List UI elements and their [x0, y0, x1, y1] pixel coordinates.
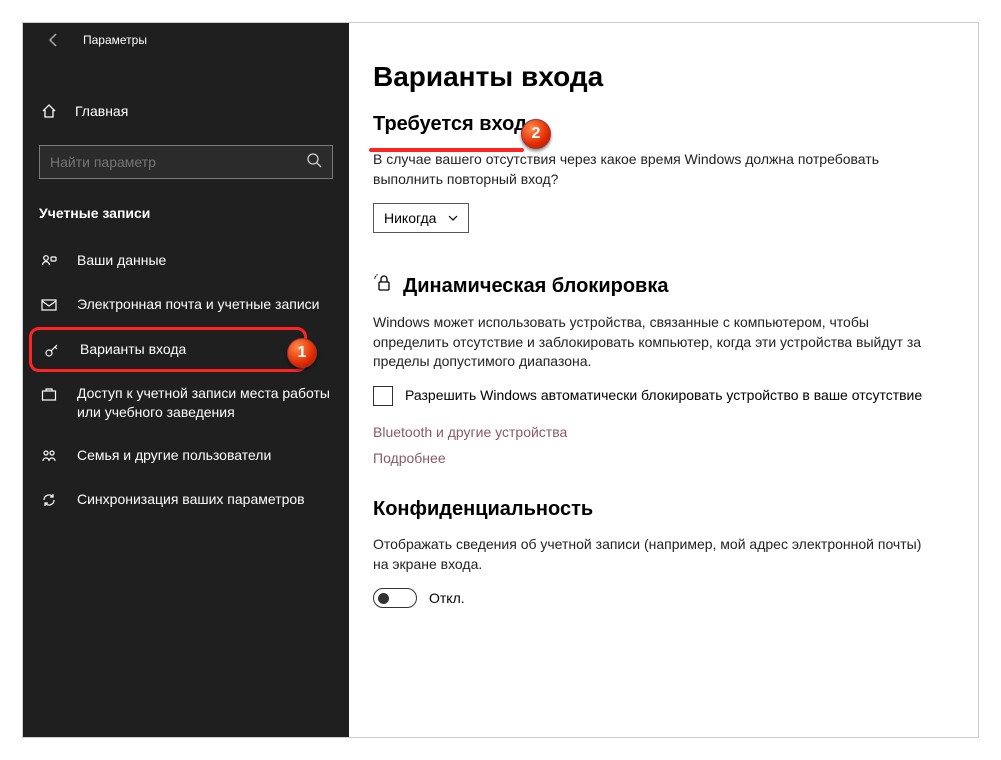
require-signin-heading: Требуется вход: [373, 113, 954, 136]
sidebar-item-label: Электронная почта и учетные записи: [77, 295, 319, 314]
annotation-marker-2: 2: [521, 119, 551, 149]
require-signin-select[interactable]: Никогда: [373, 203, 469, 233]
sidebar-item-label: Ваши данные: [77, 251, 166, 270]
sidebar-item-sync[interactable]: Синхронизация ваших параметров: [23, 478, 349, 522]
content-area: Варианты входа Требуется вход В случае в…: [349, 23, 978, 737]
mail-icon: [39, 295, 59, 313]
back-button[interactable]: [39, 25, 69, 55]
home-label: Главная: [75, 103, 128, 119]
sidebar-item-your-info[interactable]: Ваши данные: [23, 239, 349, 283]
bluetooth-link[interactable]: Bluetooth и другие устройства: [373, 424, 954, 440]
family-icon: [39, 446, 59, 464]
dynamic-lock-heading-row: Динамическая блокировка: [373, 273, 954, 299]
search-input[interactable]: [50, 154, 306, 170]
sidebar-item-label: Варианты входа: [80, 340, 186, 359]
privacy-heading: Конфиденциальность: [373, 498, 954, 521]
nav-list: Ваши данные Электронная почта и учетные …: [23, 239, 349, 522]
sidebar-item-label: Семья и другие пользователи: [77, 446, 271, 465]
sidebar-item-sign-in-options[interactable]: Варианты входа: [29, 327, 307, 372]
home-icon: [39, 103, 59, 119]
person-badge-icon: [39, 251, 59, 269]
learn-more-link[interactable]: Подробнее: [373, 450, 954, 466]
sidebar-item-work-school[interactable]: Доступ к учетной записи места работы или…: [23, 372, 349, 434]
dynamic-lock-desc: Windows может использовать устройства, с…: [373, 313, 933, 372]
annotation-underline: [369, 148, 524, 152]
category-title: Учетные записи: [23, 179, 349, 239]
search-box[interactable]: [39, 145, 333, 179]
sidebar-item-family[interactable]: Семья и другие пользователи: [23, 434, 349, 478]
require-signin-question: В случае вашего отсутствия через какое в…: [373, 150, 933, 189]
checkbox[interactable]: [373, 386, 393, 406]
sidebar-item-email-accounts[interactable]: Электронная почта и учетные записи: [23, 283, 349, 327]
key-icon: [42, 340, 62, 358]
chevron-down-icon: [448, 210, 458, 226]
toggle-label: Откл.: [429, 590, 465, 606]
window-title: Параметры: [83, 33, 147, 47]
sidebar-item-label: Синхронизация ваших параметров: [77, 490, 305, 509]
page-title: Варианты входа: [373, 61, 954, 93]
privacy-toggle[interactable]: [373, 588, 417, 608]
dynamic-lock-checkbox-row[interactable]: Разрешить Windows автоматически блокиров…: [373, 386, 933, 406]
checkbox-label: Разрешить Windows автоматически блокиров…: [405, 386, 922, 406]
briefcase-icon: [39, 384, 59, 402]
privacy-toggle-row: Откл.: [373, 588, 954, 608]
sidebar: Параметры Главная Учетные записи Ваши да…: [23, 23, 349, 737]
sync-icon: [39, 490, 59, 508]
sidebar-item-label: Доступ к учетной записи места работы или…: [77, 384, 335, 422]
settings-window: Параметры Главная Учетные записи Ваши да…: [22, 22, 979, 738]
annotation-marker-1: 1: [287, 338, 317, 368]
titlebar: Параметры: [23, 23, 349, 57]
search-icon: [306, 152, 322, 173]
select-value: Никогда: [384, 210, 436, 226]
dynamic-lock-heading: Динамическая блокировка: [403, 275, 668, 298]
home-nav[interactable]: Главная: [23, 91, 349, 131]
privacy-desc: Отображать сведения об учетной записи (н…: [373, 535, 933, 574]
lock-sparkle-icon: [373, 273, 393, 299]
